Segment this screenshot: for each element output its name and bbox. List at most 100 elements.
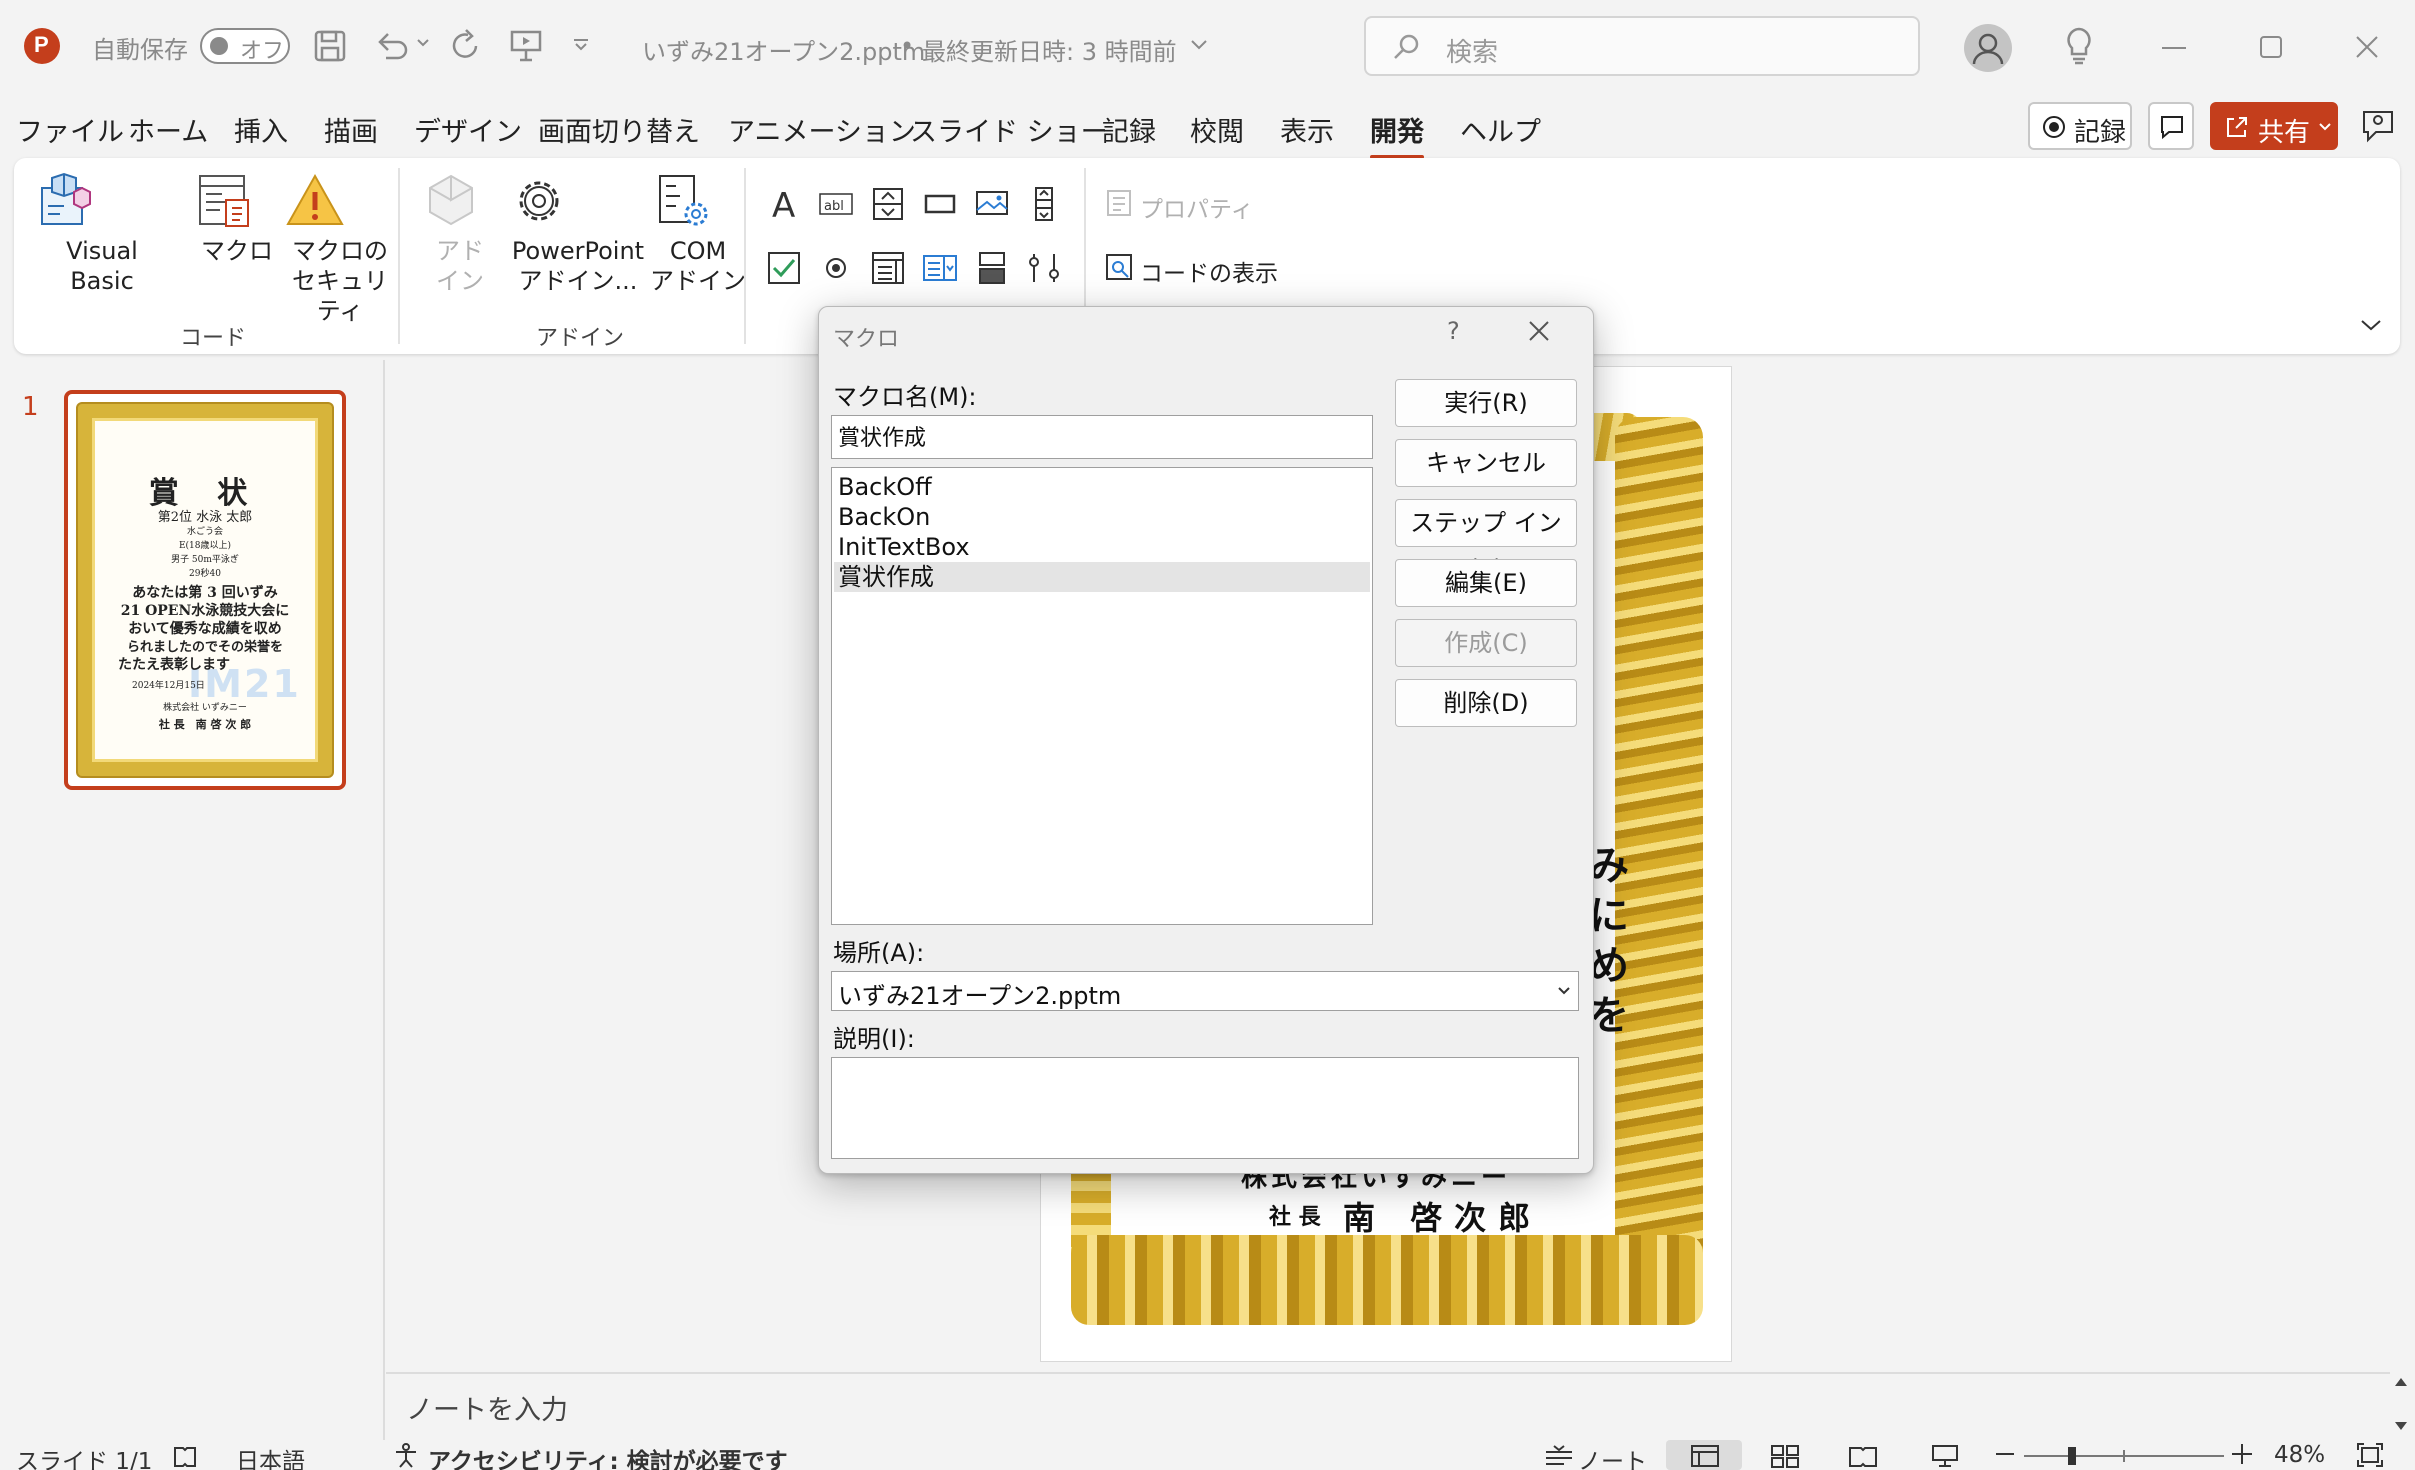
maximize-icon[interactable] [2260,36,2282,58]
delete-button[interactable]: 削除(D) [1395,679,1577,727]
last-modified[interactable]: 最終更新日時: 3 時間前 [922,32,1177,67]
zoom-in-icon[interactable] [2232,1444,2252,1464]
tab-draw[interactable]: 描画 [324,110,378,149]
label-control-icon[interactable]: A [766,186,802,222]
title-separator: • [900,32,915,60]
redo-icon[interactable] [448,28,484,64]
help-button[interactable]: ? [1447,317,1460,345]
thumbnail-event: 男子 50m平泳ぎ [171,555,239,565]
tab-review[interactable]: 校閲 [1190,110,1244,149]
slide-sorter-icon[interactable] [1770,1444,1800,1468]
undo-dropdown-icon[interactable] [416,36,430,50]
properties-icon [1104,188,1134,218]
location-select[interactable]: いずみ21オープン2.pptm [831,971,1579,1011]
com-addin-button[interactable]: COM アドイン [650,170,746,296]
spelling-check-icon[interactable] [172,1444,198,1468]
record-icon [2042,115,2066,139]
tab-transitions[interactable]: 画面切り替え [538,110,700,149]
vertical-scrollbar[interactable] [2388,1372,2415,1442]
reading-view-icon[interactable] [1848,1444,1878,1468]
copilot-icon[interactable] [2360,108,2396,144]
powerpoint-addin-label-2: アドイン... [518,267,638,295]
save-icon[interactable] [312,28,348,64]
slide-number: 1 [22,392,39,422]
slide-thumbnail[interactable]: IM21 賞 状 第2位 水泳 太郎 水ごう会 E(18歳以上) 男子 50m平… [64,390,346,790]
window-close-icon[interactable] [2356,36,2378,58]
tab-file[interactable]: ファイル [16,110,124,149]
list-item[interactable]: BackOn [834,502,1370,532]
macro-name-input[interactable]: 賞状作成 [831,415,1373,459]
close-icon[interactable] [1527,319,1551,343]
com-addin-icon [650,170,746,232]
autosave-toggle[interactable]: オフ [200,28,290,64]
option-button-icon[interactable] [818,250,854,286]
addin-label-2: イン [436,267,484,295]
slideshow-icon[interactable] [1930,1444,1960,1468]
collapse-ribbon-icon[interactable] [2360,318,2382,332]
tab-animations[interactable]: アニメーション [728,110,916,149]
step-in-button[interactable]: ステップ イン(S) [1395,499,1577,583]
macro-dialog: マクロ ? マクロ名(M): 賞状作成 BackOff BackOn InitT… [818,306,1594,1174]
list-item[interactable]: BackOff [834,472,1370,502]
record-button[interactable]: 記録 [2028,102,2132,150]
fit-to-window-icon[interactable] [2356,1442,2384,1468]
scrollbar-control-icon[interactable] [1026,186,1062,222]
view-code-button[interactable]: コードの表示 [1140,254,1278,288]
combobox-control-icon[interactable] [922,250,958,286]
status-zoom[interactable]: 48% [2274,1442,2325,1468]
tab-slideshow[interactable]: スライド ショー [910,110,1108,149]
accessibility-icon [392,1442,420,1468]
visual-basic-icon [34,170,170,232]
spin-button-icon[interactable] [870,186,906,222]
status-notes[interactable]: ノート [1578,1442,1647,1470]
lightbulb-icon[interactable] [2064,26,2094,66]
share-dropdown-icon[interactable] [2318,122,2332,132]
tab-insert[interactable]: 挿入 [234,110,288,149]
image-control-icon[interactable] [974,186,1010,222]
ribbon-separator [398,168,400,344]
command-button-icon[interactable] [922,186,958,222]
chevron-down-icon[interactable] [1190,38,1208,52]
thumbnail-body-2: 21 OPEN水泳競技大会に [120,603,290,619]
edit-button[interactable]: 編集(E) [1395,559,1577,607]
account-avatar[interactable] [1964,24,2012,72]
tab-home[interactable]: ホーム [128,110,208,149]
zoom-slider[interactable] [2024,1444,2224,1468]
undo-icon[interactable] [372,28,412,64]
cancel-button[interactable]: キャンセル [1395,439,1577,487]
description-field[interactable] [831,1057,1579,1159]
addin-icon [420,170,500,232]
listbox-control-icon[interactable] [870,250,906,286]
zoom-out-icon[interactable] [1996,1452,2014,1456]
status-accessibility[interactable]: アクセシビリティ: 検討が必要です [428,1442,788,1470]
normal-view-button[interactable] [1666,1440,1742,1470]
thumbnail-category: E(18歳以上) [178,541,232,551]
toggle-button-icon[interactable] [974,250,1010,286]
search-box[interactable]: 検索 [1364,16,1920,76]
powerpoint-addin-button[interactable]: PowerPoint アドイン... [508,170,648,296]
thumbnail-body-4: られましたのでその栄誉を [126,640,283,655]
tab-design[interactable]: デザイン [414,110,522,149]
status-language[interactable]: 日本語 [236,1442,305,1470]
macro-button[interactable]: マクロ [192,170,282,266]
tab-help[interactable]: ヘルプ [1460,110,1541,149]
presentation-icon[interactable] [508,28,544,64]
macro-security-button[interactable]: マクロの セキュリティ [284,170,396,326]
warning-icon [284,170,396,232]
tab-view[interactable]: 表示 [1280,110,1334,149]
visual-basic-button[interactable]: Visual Basic [34,170,170,296]
tab-developer[interactable]: 開発 [1370,110,1424,159]
list-item-selected[interactable]: 賞状作成 [834,562,1370,592]
notes-pane[interactable]: ノートを入力 [386,1372,2390,1442]
customize-qat-icon[interactable] [572,38,590,52]
checkbox-control-icon[interactable] [766,250,802,286]
list-item[interactable]: InitTextBox [834,532,1370,562]
share-button[interactable]: 共有 [2210,102,2338,150]
run-button[interactable]: 実行(R) [1395,379,1577,427]
textbox-control-icon[interactable]: abl [818,186,854,222]
more-controls-icon[interactable] [1026,250,1062,286]
tab-record[interactable]: 記録 [1102,110,1156,149]
minimize-icon[interactable] [2162,46,2186,50]
comments-button[interactable] [2148,102,2194,150]
macro-list[interactable]: BackOff BackOn InitTextBox 賞状作成 [831,467,1373,925]
